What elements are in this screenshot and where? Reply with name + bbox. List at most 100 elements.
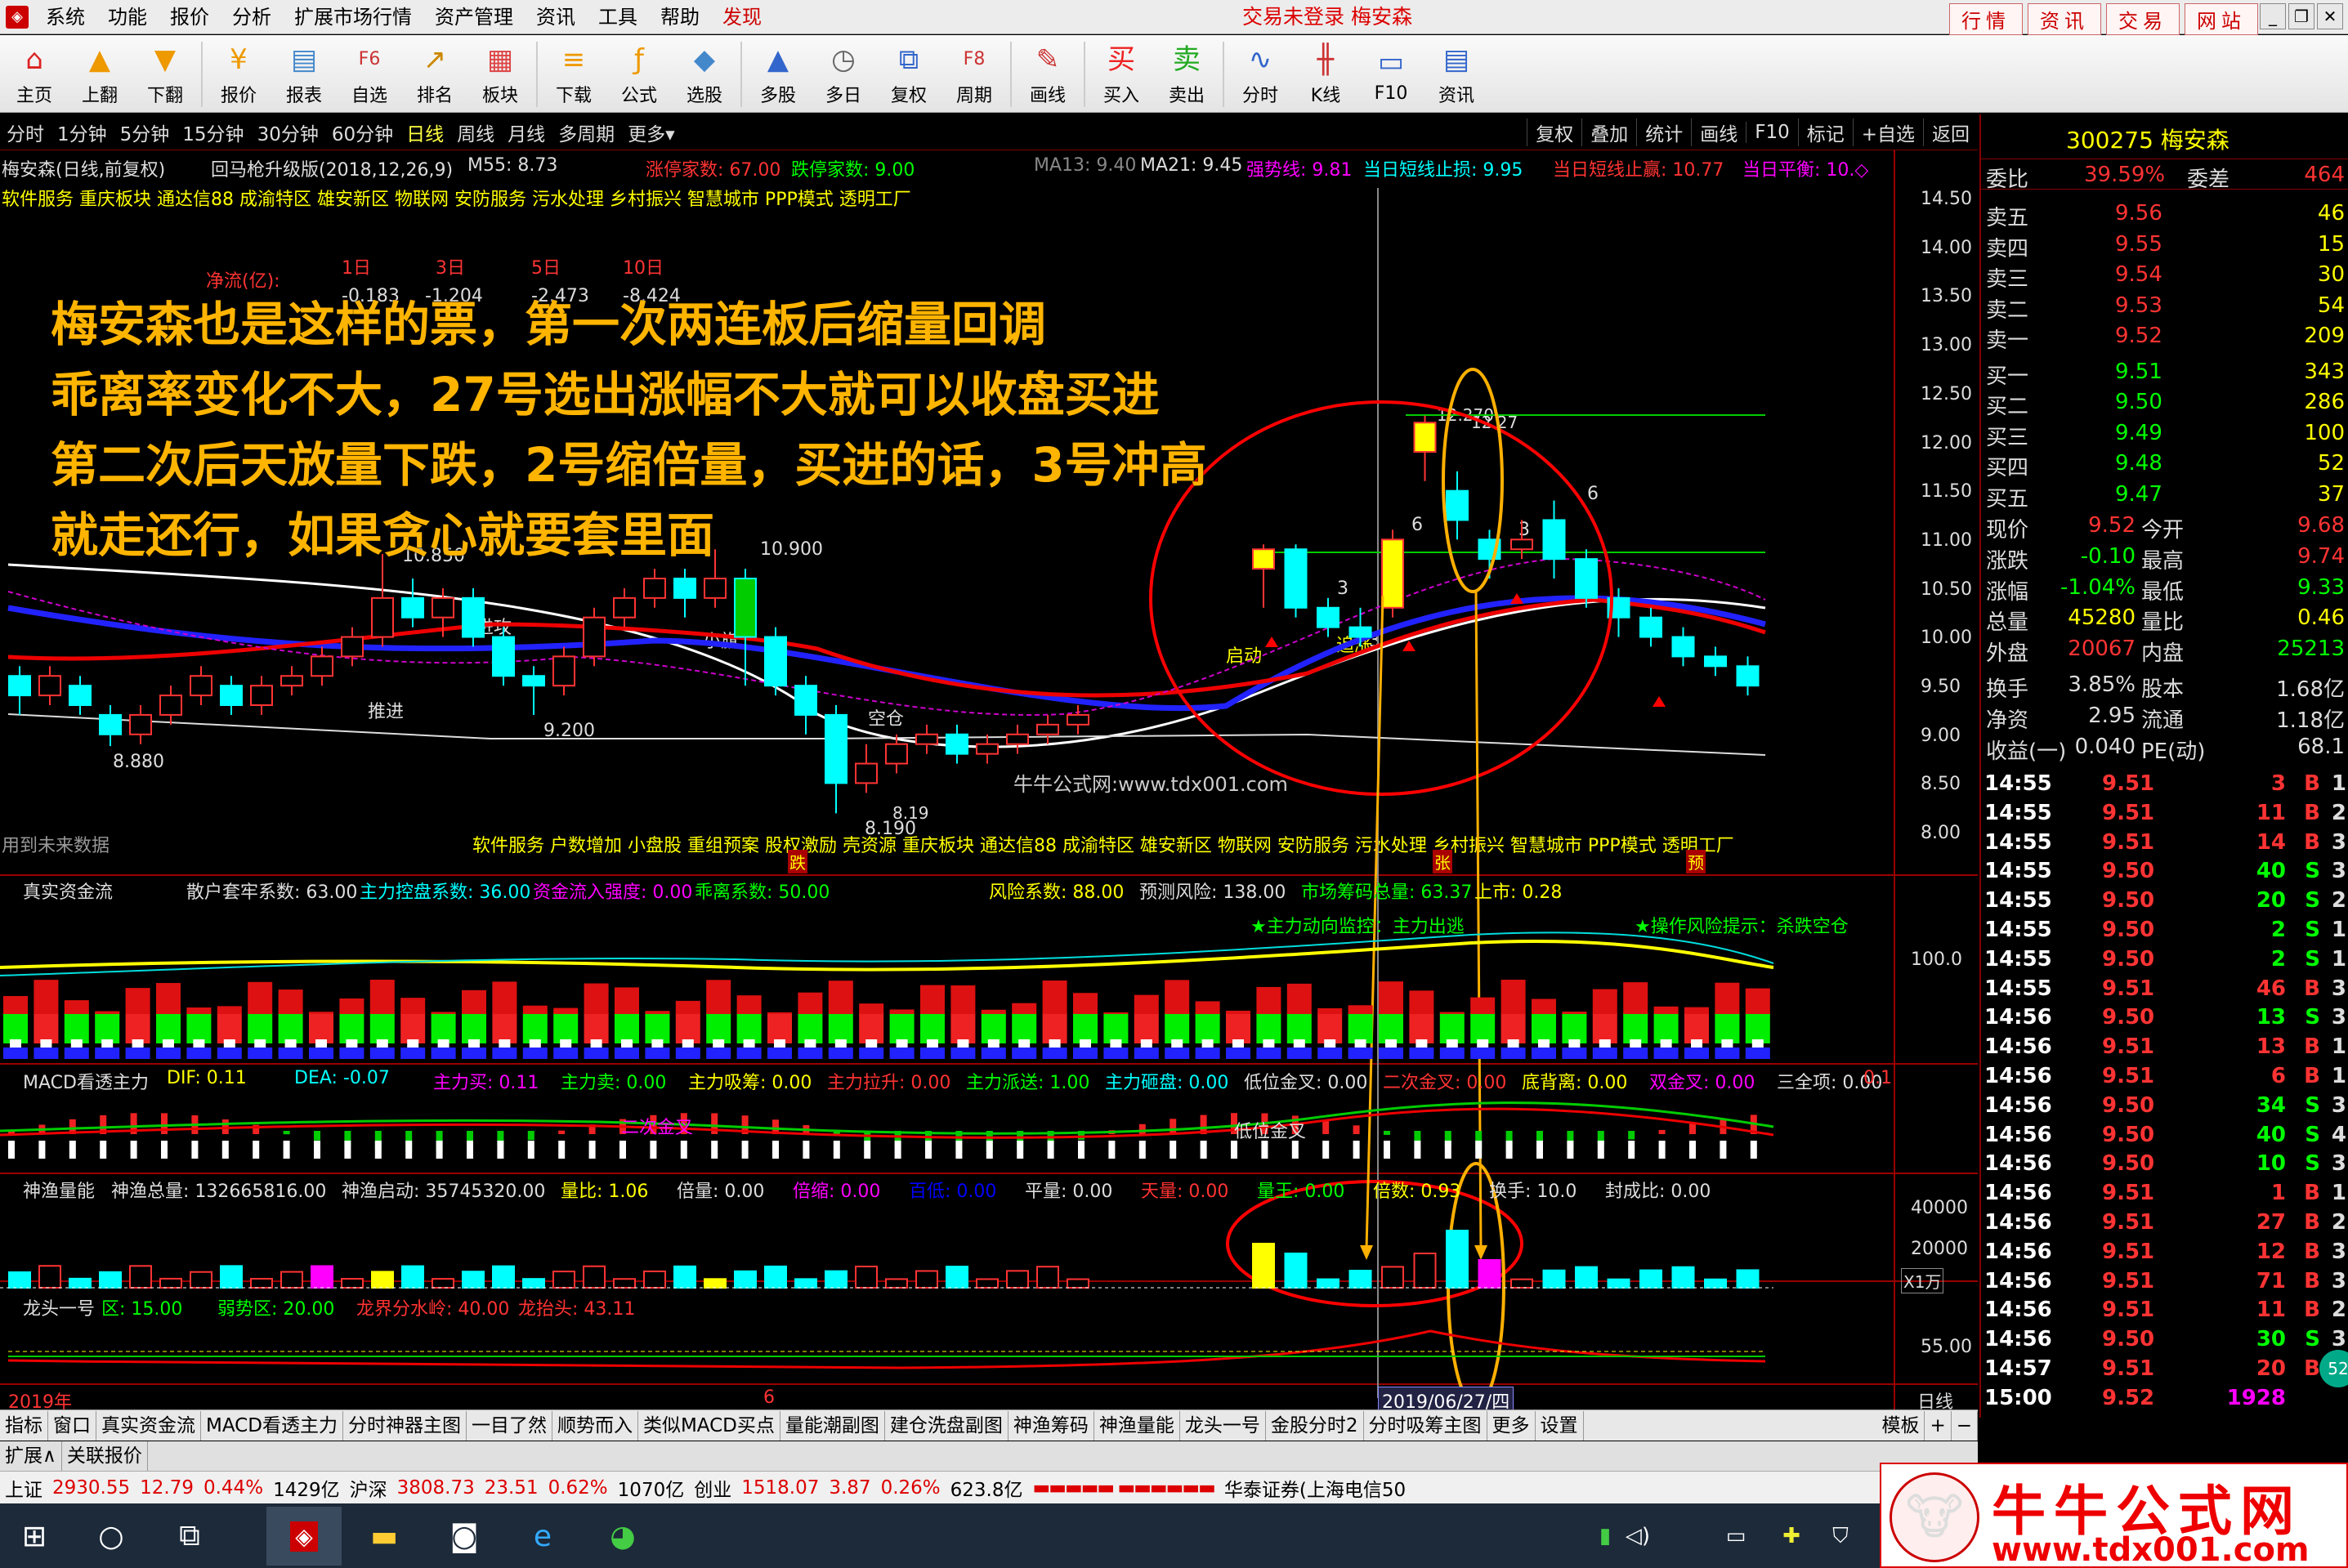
toolbar-button-0[interactable]: ⌂ 主页 — [2, 35, 67, 113]
broker-connection[interactable]: 华泰证券(上海电信50 — [1219, 1474, 1411, 1502]
ext-tab-1[interactable]: 关联报价 — [62, 1441, 148, 1471]
toolbar-button-5[interactable]: F6 自选 — [337, 35, 402, 113]
period-5[interactable]: 60分钟 — [325, 118, 400, 146]
indicator-tab-8[interactable]: 量能潮副图 — [780, 1410, 885, 1441]
order-book-row[interactable]: 买三 9.49 100 — [1981, 418, 2348, 450]
tab-right-0[interactable]: 模板 — [1876, 1410, 1925, 1441]
tab-right-1[interactable]: + — [1925, 1410, 1952, 1441]
indicator-tab-15[interactable]: 更多 — [1487, 1410, 1536, 1441]
toolbar-button-12[interactable]: ◷ 多日 — [811, 35, 876, 113]
indicator-tab-12[interactable]: 龙头一号 — [1180, 1410, 1266, 1441]
menu-item-7[interactable]: 工具 — [587, 0, 649, 34]
task-view-icon[interactable]: ⧉ — [167, 1513, 212, 1559]
app-tray-icon[interactable]: ✚ — [1769, 1513, 1814, 1559]
indicator-tab-9[interactable]: 建仓洗盘副图 — [885, 1410, 1009, 1441]
panel4-title[interactable]: 龙头一号 — [23, 1294, 95, 1320]
period-7[interactable]: 周线 — [450, 118, 501, 146]
wechat-icon[interactable]: ◕ — [600, 1513, 646, 1559]
camera-icon[interactable]: ◙ — [441, 1513, 487, 1559]
period-3[interactable]: 15分钟 — [176, 118, 250, 146]
menu-item-6[interactable]: 资讯 — [525, 0, 587, 34]
order-book-row[interactable]: 卖四 9.55 15 — [1981, 229, 2348, 261]
menu-discover[interactable]: 发现 — [711, 0, 773, 34]
top-tab-1[interactable]: 资讯 — [2028, 3, 2101, 35]
chart-tool-1[interactable]: 叠加 — [1581, 118, 1636, 146]
toolbar-button-13[interactable]: ⧉ 复权 — [876, 35, 941, 113]
search-icon[interactable]: ○ — [88, 1513, 134, 1559]
close-icon[interactable]: ✕ — [2317, 3, 2343, 29]
indicator-tab-14[interactable]: 分时吸筹主图 — [1364, 1410, 1487, 1441]
chart-tool-7[interactable]: 返回 — [1923, 118, 1978, 146]
indicator-tab-16[interactable]: 设置 — [1536, 1410, 1584, 1441]
menu-item-0[interactable]: 系统 — [34, 0, 96, 34]
menu-item-8[interactable]: 帮助 — [649, 0, 711, 34]
top-tab-3[interactable]: 网站 — [2185, 3, 2258, 35]
toolbar-button-15[interactable]: ✎ 画线 — [1015, 35, 1080, 113]
chart-tool-3[interactable]: 画线 — [1691, 118, 1746, 146]
period-9[interactable]: 多周期 — [552, 118, 621, 146]
order-book-row[interactable]: 买一 9.51 343 — [1981, 356, 2348, 389]
toolbar-button-9[interactable]: ƒ 公式 — [606, 35, 672, 113]
file-explorer-icon[interactable]: ▬ — [361, 1513, 407, 1559]
order-book-row[interactable]: 买五 9.47 37 — [1981, 479, 2348, 511]
tdx-app-icon[interactable]: ◈ — [266, 1507, 342, 1566]
menu-item-2[interactable]: 报价 — [159, 0, 221, 34]
toolbar-button-19[interactable]: ╫ K线 — [1293, 35, 1358, 113]
stock-code-name[interactable]: 300275 梅安森 — [2066, 123, 2229, 155]
period-6[interactable]: 日线 — [400, 118, 450, 146]
toolbar-button-18[interactable]: ∿ 分时 — [1228, 35, 1293, 113]
chart-tool-0[interactable]: 复权 — [1527, 118, 1581, 146]
toolbar-button-10[interactable]: ◆ 选股 — [672, 35, 737, 113]
panel3-title[interactable]: 神渔量能 — [23, 1177, 95, 1203]
indicator-tab-2[interactable]: 真实资金流 — [96, 1410, 201, 1441]
toolbar-button-6[interactable]: ↗ 排名 — [402, 35, 467, 113]
period-0[interactable]: 分时 — [0, 118, 51, 146]
edge-browser-icon[interactable]: e — [520, 1513, 566, 1559]
order-book-row[interactable]: 卖二 9.53 54 — [1981, 290, 2348, 323]
panel2-title[interactable]: MACD看透主力 — [23, 1068, 149, 1094]
period-8[interactable]: 月线 — [501, 118, 552, 146]
indicator-tab-11[interactable]: 神渔量能 — [1094, 1410, 1180, 1441]
order-book-row[interactable]: 卖一 9.52 209 — [1981, 320, 2348, 353]
chart-tool-2[interactable]: 统计 — [1636, 118, 1691, 146]
ext-tab-0[interactable]: 扩展∧ — [0, 1441, 62, 1471]
indicator-tab-3[interactable]: MACD看透主力 — [201, 1410, 343, 1441]
keyboard-tray-icon[interactable]: ▭ — [1713, 1513, 1759, 1559]
tab-right-2[interactable]: − — [1952, 1410, 1978, 1441]
order-book-row[interactable]: 买四 9.48 52 — [1981, 448, 2348, 480]
toolbar-button-1[interactable]: ▲ 上翻 — [67, 35, 132, 113]
shield-tray-icon[interactable]: ⛉ — [1818, 1513, 1863, 1559]
period-2[interactable]: 5分钟 — [114, 118, 177, 146]
toolbar-button-11[interactable]: ▲ 多股 — [745, 35, 811, 113]
toolbar-button-21[interactable]: ▤ 资讯 — [1424, 35, 1489, 113]
menu-item-3[interactable]: 分析 — [221, 0, 283, 34]
toolbar-button-4[interactable]: ▤ 报表 — [271, 35, 337, 113]
toolbar-button-7[interactable]: ▦ 板块 — [467, 35, 533, 113]
indicator-tab-7[interactable]: 类似MACD买点 — [638, 1410, 780, 1441]
toolbar-button-8[interactable]: ≡ 下载 — [541, 35, 606, 113]
toolbar-button-3[interactable]: ¥ 报价 — [206, 35, 271, 113]
period-1[interactable]: 1分钟 — [51, 118, 114, 146]
order-book-row[interactable]: 卖三 9.54 30 — [1981, 259, 2348, 292]
toolbar-button-20[interactable]: ▭ F10 — [1358, 35, 1424, 113]
period-4[interactable]: 30分钟 — [251, 118, 325, 146]
panel1-title[interactable]: 真实资金流 — [23, 878, 113, 904]
chart-tool-5[interactable]: 标记 — [1797, 118, 1853, 146]
indicator-tab-13[interactable]: 金股分时2 — [1266, 1410, 1364, 1441]
period-10[interactable]: 更多▾ — [621, 118, 682, 146]
order-book-row[interactable]: 买二 9.50 286 — [1981, 386, 2348, 419]
toolbar-button-16[interactable]: 买买入 — [1089, 35, 1154, 113]
menu-item-1[interactable]: 功能 — [96, 0, 159, 34]
indicator-tab-0[interactable]: 指标 — [0, 1410, 48, 1441]
top-tab-2[interactable]: 交易 — [2106, 3, 2180, 35]
indicator-tab-1[interactable]: 窗口 — [48, 1410, 96, 1441]
indicator-tab-4[interactable]: 分时神器主图 — [343, 1410, 467, 1441]
indicator-tab-6[interactable]: 顺势而入 — [552, 1410, 638, 1441]
indicator-tab-10[interactable]: 神渔筹码 — [1009, 1410, 1094, 1441]
indicator-tab-5[interactable]: 一目了然 — [467, 1410, 552, 1441]
order-book-row[interactable]: 卖五 9.56 46 — [1981, 198, 2348, 230]
menu-item-4[interactable]: 扩展市场行情 — [283, 0, 423, 34]
restore-icon[interactable]: ❐ — [2288, 3, 2314, 29]
volume-tray-icon[interactable]: ◁) — [1615, 1513, 1661, 1559]
windows-start-icon[interactable]: ⊞ — [11, 1513, 57, 1559]
